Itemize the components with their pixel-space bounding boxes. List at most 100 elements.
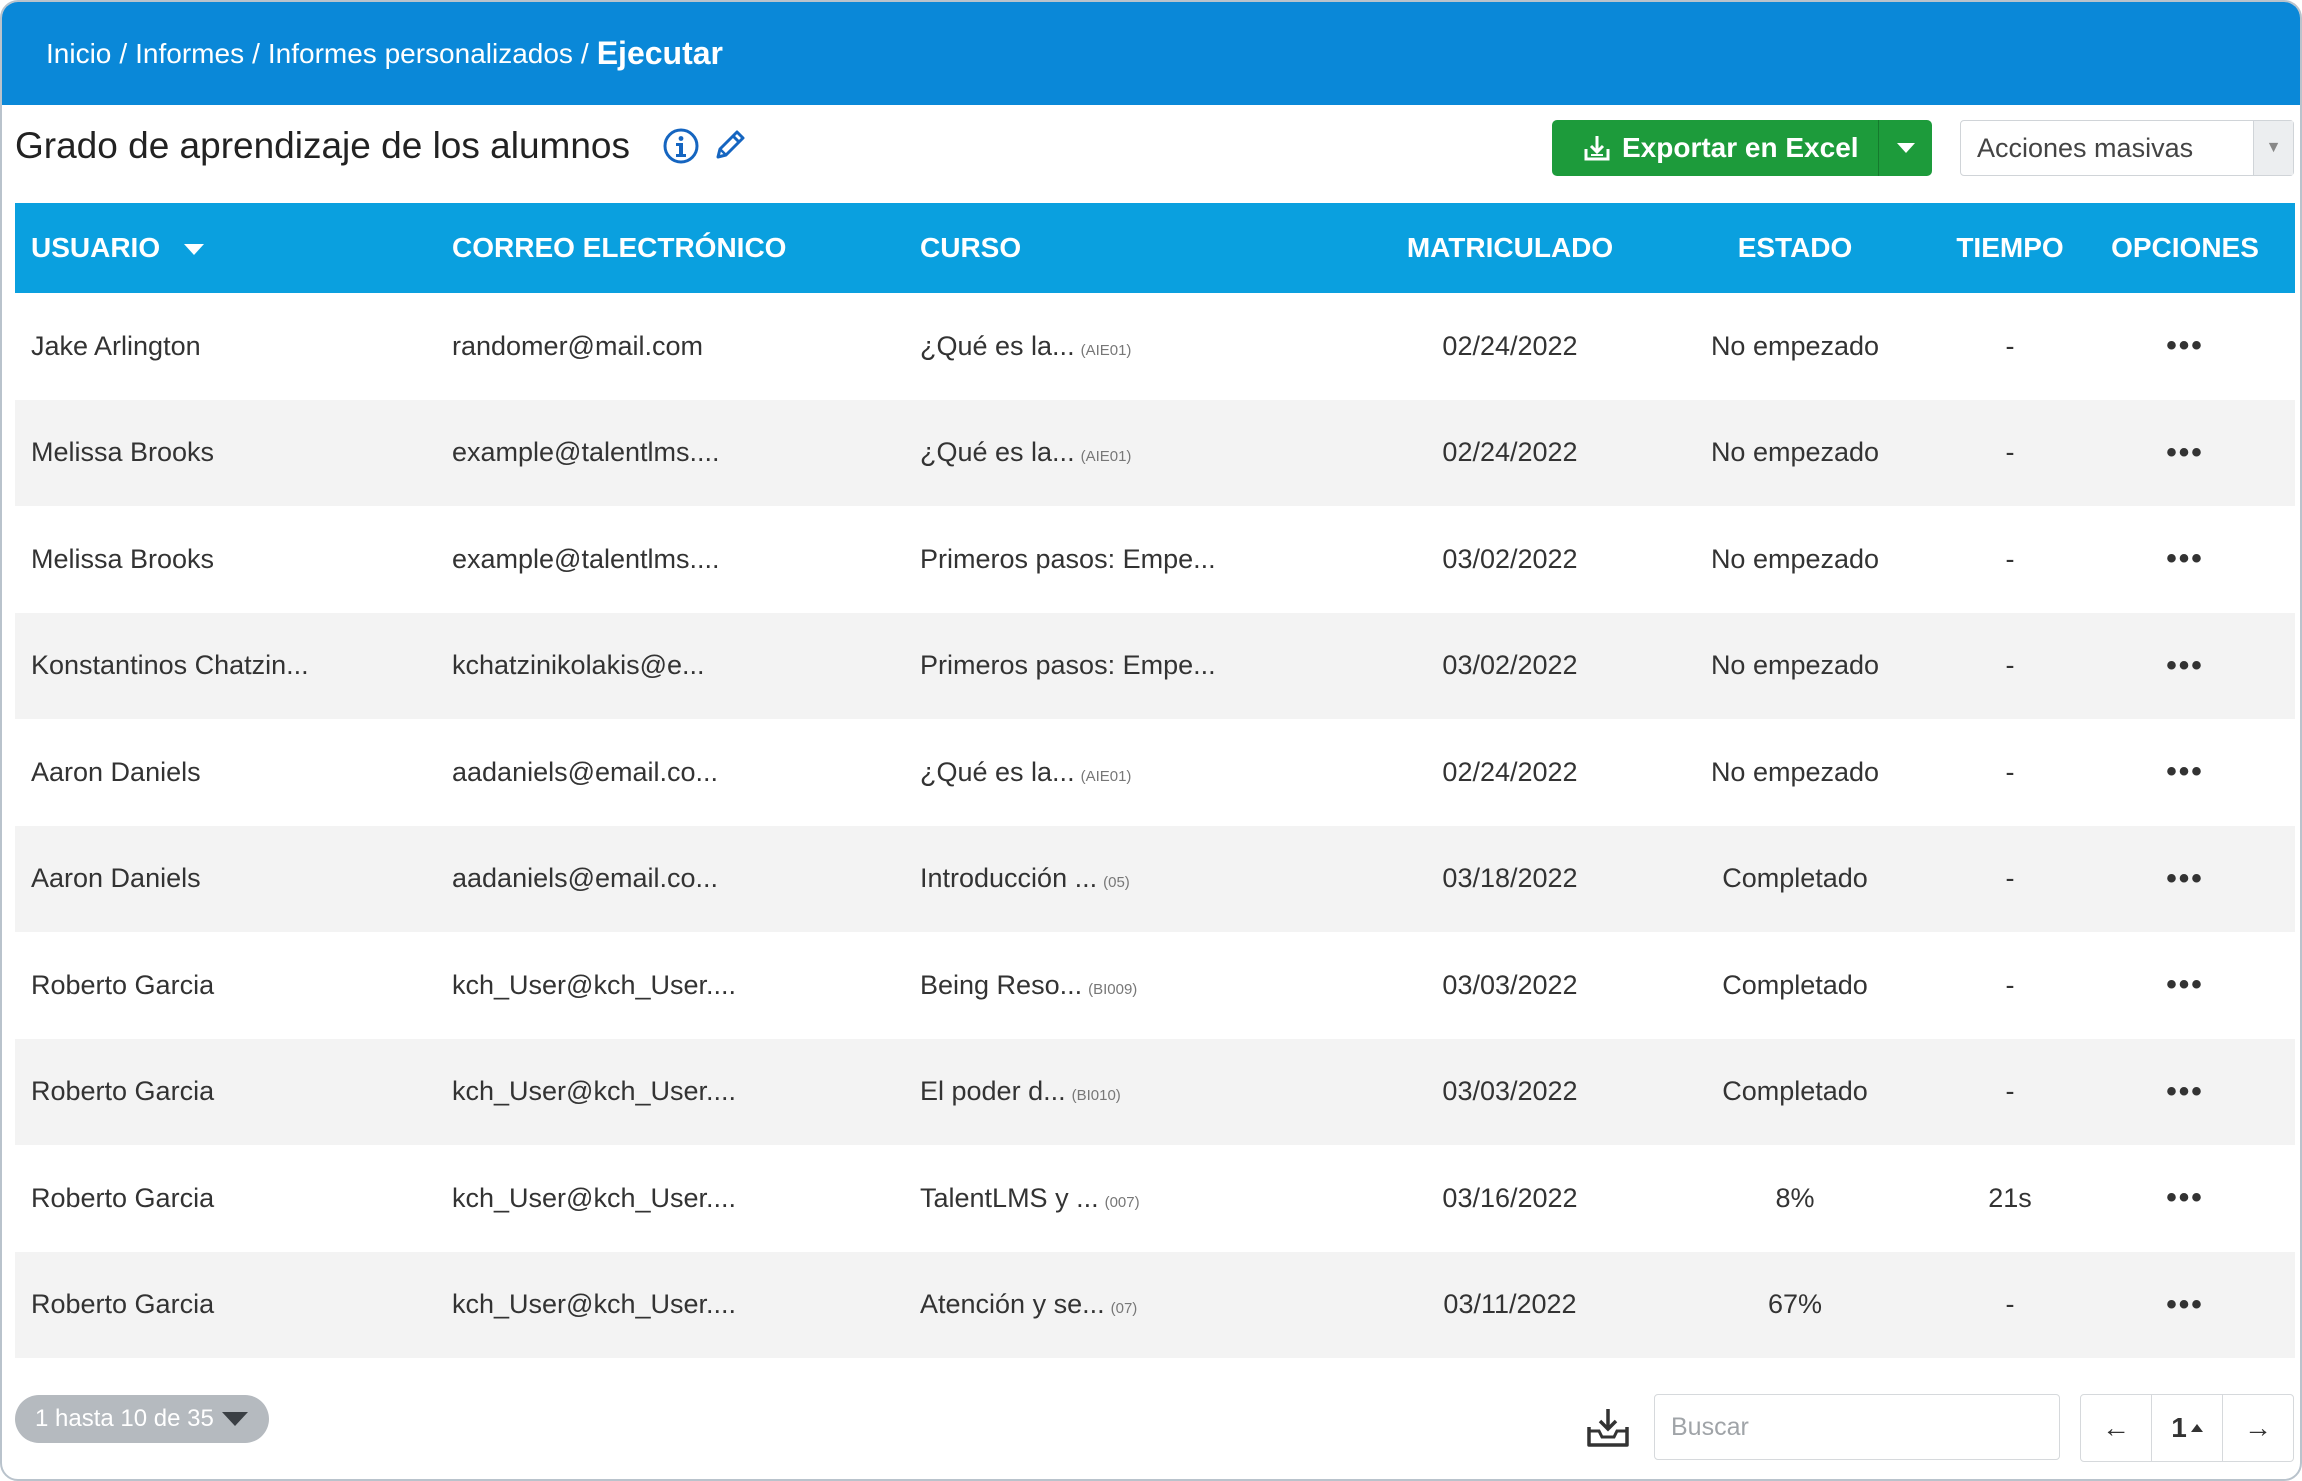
column-header-enrolled[interactable]: MATRICULADO xyxy=(1400,232,1620,264)
cell-user[interactable]: Melissa Brooks xyxy=(31,437,214,468)
cell-enrolled: 03/18/2022 xyxy=(1442,863,1578,894)
cell-user[interactable]: Jake Arlington xyxy=(31,331,201,362)
cell-time: - xyxy=(2005,543,2015,574)
bulk-actions-select[interactable]: Acciones masivas ▼ xyxy=(1960,120,2294,176)
breadcrumb-current: Ejecutar xyxy=(596,35,723,71)
next-page-button[interactable]: → xyxy=(2223,1395,2293,1461)
select-arrow-icon[interactable]: ▼ xyxy=(2253,121,2293,175)
cell-course[interactable]: ¿Qué es la... (AIE01) xyxy=(920,437,1131,468)
report-table: USUARIO CORREO ELECTRÓNICO CURSO MATRICU… xyxy=(15,203,2295,1358)
table-header: USUARIO CORREO ELECTRÓNICO CURSO MATRICU… xyxy=(15,203,2295,293)
column-header-course[interactable]: CURSO xyxy=(920,232,1021,264)
table-row: Roberto Garcia kch_User@kch_User.... Being… xyxy=(15,932,2295,1039)
info-circle-icon[interactable] xyxy=(662,127,700,165)
current-page-number: 1 xyxy=(2171,1412,2187,1443)
cell-email: kch_User@kch_User.... xyxy=(452,1076,737,1107)
cell-course-name: ¿Qué es la... xyxy=(920,330,1075,361)
range-label: 1 hasta 10 de 35 xyxy=(35,1405,214,1432)
cell-course[interactable]: ¿Qué es la... (AIE01) xyxy=(920,331,1131,362)
cell-status: No empezado xyxy=(1710,756,1880,787)
cell-enrolled: 02/24/2022 xyxy=(1442,437,1578,468)
pagination: ← 1 → xyxy=(2080,1394,2294,1462)
cell-course[interactable]: TalentLMS y ... (007) xyxy=(920,1183,1140,1214)
page-title: Grado de aprendizaje de los alumnos xyxy=(15,125,630,166)
cell-course-name: Being Reso... xyxy=(920,969,1083,1000)
caret-down-icon xyxy=(221,1412,248,1426)
cell-course[interactable]: Being Reso... (BI009) xyxy=(920,970,1137,1001)
cell-email: aadaniels@email.co... xyxy=(452,756,719,787)
breadcrumb-item-home[interactable]: Inicio xyxy=(46,38,111,70)
cell-course-code: (07) xyxy=(1110,1300,1138,1318)
cell-course-code: (AIE01) xyxy=(1080,341,1132,359)
table-row: Melissa Brooks example@talentlms.... Prime… xyxy=(15,506,2295,613)
download-tray-icon[interactable] xyxy=(1585,1407,1631,1449)
cell-course-name: TalentLMS y ... xyxy=(920,1182,1099,1213)
app-window: Inicio / Informes / Informes personaliza… xyxy=(0,0,2302,1481)
bulk-actions-label: Acciones masivas xyxy=(1977,132,2194,163)
caret-up-icon xyxy=(2190,1424,2203,1432)
column-header-email[interactable]: CORREO ELECTRÓNICO xyxy=(452,232,786,264)
cell-status: No empezado xyxy=(1710,650,1880,681)
export-excel-main[interactable]: Exportar en Excel xyxy=(1552,120,1878,176)
cell-enrolled: 02/24/2022 xyxy=(1442,756,1578,787)
export-options-dropdown[interactable] xyxy=(1878,120,1932,176)
cell-user[interactable]: Roberto Garcia xyxy=(31,1183,214,1214)
cell-enrolled: 03/02/2022 xyxy=(1442,650,1578,681)
breadcrumb-item-reports[interactable]: Informes xyxy=(135,38,244,70)
row-options-menu-icon[interactable]: ••• xyxy=(2095,968,2275,1002)
cell-user[interactable]: Aaron Daniels xyxy=(31,863,201,894)
prev-page-button[interactable]: ← xyxy=(2081,1395,2152,1461)
cell-course[interactable]: ¿Qué es la... (AIE01) xyxy=(920,757,1131,788)
column-header-status[interactable]: ESTADO xyxy=(1665,232,1925,264)
table-row: Melissa Brooks example@talentlms.... ¿Qué … xyxy=(15,399,2295,506)
cell-course-code: (05) xyxy=(1103,874,1130,892)
cell-time: - xyxy=(2005,437,2015,468)
column-header-user[interactable]: USUARIO xyxy=(31,232,204,264)
cell-user[interactable]: Roberto Garcia xyxy=(31,970,214,1001)
page-size-selector[interactable]: 1 hasta 10 de 35 xyxy=(15,1395,269,1443)
row-options-menu-icon[interactable]: ••• xyxy=(2095,1075,2275,1109)
row-options-menu-icon[interactable]: ••• xyxy=(2095,862,2275,896)
cell-status: Completado xyxy=(1722,1076,1868,1107)
row-options-menu-icon[interactable]: ••• xyxy=(2095,755,2275,789)
row-options-menu-icon[interactable]: ••• xyxy=(2095,1288,2275,1322)
row-options-menu-icon[interactable]: ••• xyxy=(2095,1181,2275,1215)
cell-course-code: (007) xyxy=(1104,1193,1140,1211)
cell-email: kch_User@kch_User.... xyxy=(452,969,737,1000)
export-excel-button[interactable]: Exportar en Excel xyxy=(1552,120,1932,176)
cell-course[interactable]: Atención y se... (07) xyxy=(920,1289,1137,1320)
row-options-menu-icon[interactable]: ••• xyxy=(2095,329,2275,363)
sort-desc-icon[interactable] xyxy=(183,244,204,256)
table-row: Roberto Garcia kch_User@kch_User.... El po… xyxy=(15,1038,2295,1145)
cell-user[interactable]: Melissa Brooks xyxy=(31,544,214,575)
breadcrumb-separator: / xyxy=(119,37,128,69)
column-header-time[interactable]: TIEMPO xyxy=(1925,232,2095,264)
cell-course[interactable]: Primeros pasos: Empe... xyxy=(920,544,1222,575)
cell-status: Completado xyxy=(1722,863,1868,894)
cell-course[interactable]: Introducción ... (05) xyxy=(920,863,1130,894)
pencil-icon[interactable] xyxy=(710,125,750,165)
row-options-menu-icon[interactable]: ••• xyxy=(2095,649,2275,683)
cell-course-code: (AIE01) xyxy=(1080,448,1132,466)
cell-status: No empezado xyxy=(1710,437,1880,468)
row-options-menu-icon[interactable]: ••• xyxy=(2095,542,2275,576)
cell-user[interactable]: Aaron Daniels xyxy=(31,757,201,788)
search-input[interactable] xyxy=(1654,1394,2060,1460)
cell-user[interactable]: Roberto Garcia xyxy=(31,1076,214,1107)
cell-user[interactable]: Roberto Garcia xyxy=(31,1289,214,1320)
cell-email: randomer@mail.com xyxy=(452,330,703,361)
breadcrumb-item-custom-reports[interactable]: Informes personalizados xyxy=(268,38,573,70)
cell-course[interactable]: El poder d... (BI010) xyxy=(920,1076,1121,1107)
table-row: Roberto Garcia kch_User@kch_User.... Talen… xyxy=(15,1145,2295,1252)
cell-course-name: ¿Qué es la... xyxy=(920,756,1075,787)
cell-user[interactable]: Konstantinos Chatzin... xyxy=(31,650,309,681)
cell-email: kch_User@kch_User.... xyxy=(452,1182,737,1213)
row-options-menu-icon[interactable]: ••• xyxy=(2095,436,2275,470)
cell-course[interactable]: Primeros pasos: Empe... xyxy=(920,650,1222,681)
table-row: Konstantinos Chatzin... kchatzinikolakis@… xyxy=(15,612,2295,719)
current-page-selector[interactable]: 1 xyxy=(2152,1395,2223,1461)
cell-status: Completado xyxy=(1722,969,1868,1000)
table-row: Jake Arlington randomer@mail.com ¿Qué es l… xyxy=(15,293,2295,400)
export-excel-label: Exportar en Excel xyxy=(1622,132,1859,163)
export-download-icon xyxy=(1584,136,1610,161)
